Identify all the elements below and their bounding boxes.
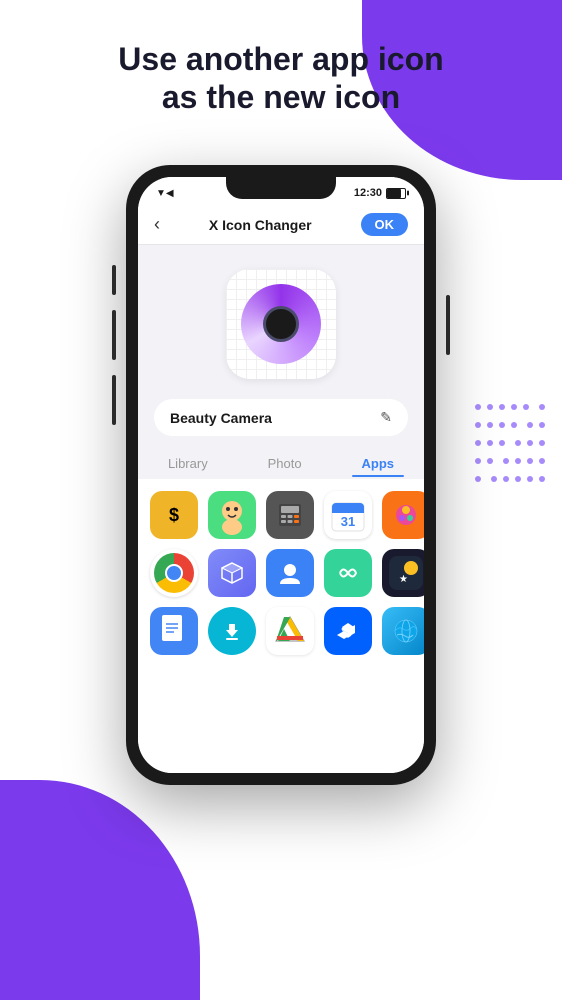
list-item[interactable] bbox=[208, 549, 256, 597]
power-button bbox=[446, 295, 450, 355]
list-item[interactable] bbox=[324, 607, 372, 655]
apps-grid: $ bbox=[146, 491, 416, 655]
app-icon-circle bbox=[241, 284, 321, 364]
list-item[interactable] bbox=[266, 491, 314, 539]
svg-text:$: $ bbox=[169, 505, 179, 525]
list-item[interactable] bbox=[208, 607, 256, 655]
svg-text:★: ★ bbox=[399, 574, 408, 585]
back-button[interactable]: ‹ bbox=[154, 214, 160, 235]
icon-preview-area bbox=[138, 245, 424, 399]
volume-down-button bbox=[112, 375, 116, 425]
svg-text:31: 31 bbox=[341, 514, 355, 529]
mute-button bbox=[112, 265, 116, 295]
tabs-row: Library Photo Apps bbox=[138, 444, 424, 479]
battery-icon bbox=[386, 188, 406, 199]
page-title-container: Use another app icon as the new icon bbox=[0, 40, 562, 117]
list-item[interactable] bbox=[324, 549, 372, 597]
tab-photo[interactable]: Photo bbox=[258, 452, 312, 475]
apps-grid-area: $ bbox=[138, 479, 424, 773]
time-display: 12:30 bbox=[354, 187, 382, 199]
list-item[interactable] bbox=[150, 607, 198, 655]
signal-icon: ▼◀ bbox=[156, 188, 174, 199]
list-item[interactable] bbox=[382, 607, 424, 655]
page-title: Use another app icon as the new icon bbox=[60, 40, 502, 117]
list-item[interactable] bbox=[208, 491, 256, 539]
tab-apps[interactable]: Apps bbox=[352, 452, 405, 475]
app-name-row[interactable]: Beauty Camera ✎ bbox=[154, 399, 408, 436]
status-right: 12:30 bbox=[354, 187, 406, 199]
phone-mockup: ▼◀ 12:30 ‹ X Icon Changer OK bbox=[126, 165, 436, 785]
volume-up-button bbox=[112, 310, 116, 360]
app-icon-inner bbox=[263, 306, 299, 342]
list-item[interactable] bbox=[266, 549, 314, 597]
list-item[interactable]: $ bbox=[150, 491, 198, 539]
nav-bar: ‹ X Icon Changer OK bbox=[138, 205, 424, 245]
bg-blob-bottom-left bbox=[0, 780, 200, 1000]
tab-library[interactable]: Library bbox=[158, 452, 218, 475]
list-item[interactable] bbox=[150, 549, 198, 597]
status-left: ▼◀ bbox=[156, 188, 174, 199]
list-item[interactable] bbox=[382, 491, 424, 539]
ok-button[interactable]: OK bbox=[361, 213, 409, 236]
list-item[interactable] bbox=[266, 607, 314, 655]
content-area: Beauty Camera ✎ Library Photo Apps bbox=[138, 245, 424, 773]
icon-preview-wrapper bbox=[226, 269, 336, 379]
edit-icon[interactable]: ✎ bbox=[380, 409, 392, 426]
app-name-text: Beauty Camera bbox=[170, 410, 272, 426]
list-item[interactable]: ★ bbox=[382, 549, 424, 597]
phone-notch bbox=[226, 177, 336, 199]
nav-title: X Icon Changer bbox=[209, 217, 312, 233]
bg-dots-right bbox=[472, 400, 552, 600]
list-item[interactable]: 31 bbox=[324, 491, 372, 539]
